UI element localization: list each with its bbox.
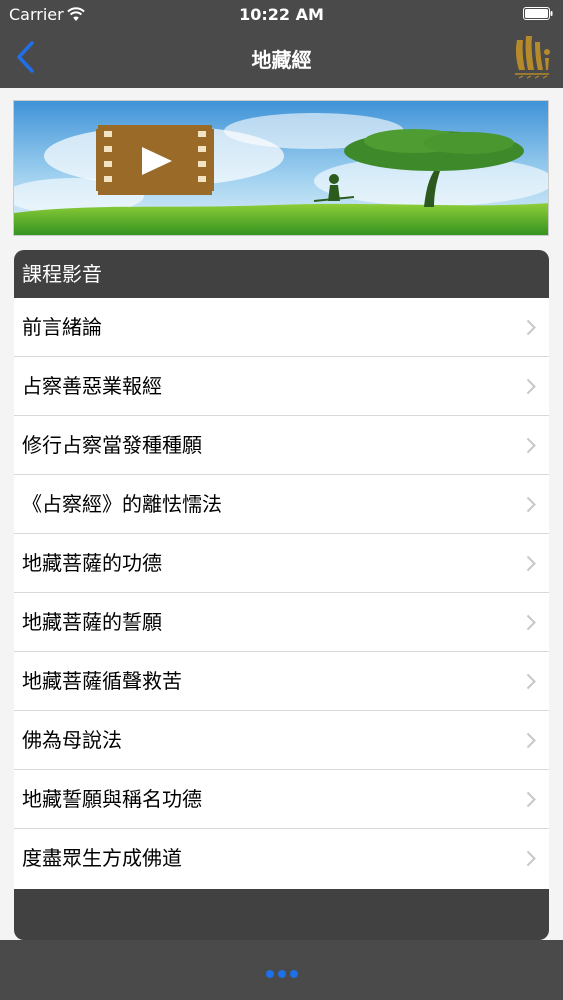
banner-image [14,101,548,235]
chevron-right-icon [526,496,536,513]
list-item-label: 地藏菩薩的功德 [22,551,162,575]
list-item-label: 度盡眾生方成佛道 [22,846,182,870]
list-item[interactable]: 地藏菩薩的功德 [14,534,549,593]
app-logo [515,36,550,79]
top-bar: Carrier 10:22 AM 地藏經 [0,0,563,88]
list-item-label: 《占察經》的離怯懦法 [22,492,222,516]
course-banner[interactable] [13,100,549,236]
chevron-right-icon [526,555,536,572]
chevron-right-icon [526,791,536,808]
chevron-right-icon [526,614,536,631]
battery-icon [523,7,553,20]
list-item[interactable]: 地藏菩薩的誓願 [14,593,549,652]
more-dots-icon[interactable] [0,963,563,982]
status-bar: Carrier 10:22 AM [0,0,563,30]
list-item-label: 地藏菩薩的誓願 [22,610,162,634]
list-item[interactable]: 前言緒論 [14,298,549,357]
section-header: 課程影音 [22,262,102,286]
list-item[interactable]: 度盡眾生方成佛道 [14,829,549,889]
clock: 10:22 AM [239,5,324,24]
page-title: 地藏經 [251,48,312,72]
list-item-label: 前言緒論 [22,315,102,339]
list-item-label: 佛為母說法 [22,728,122,752]
chevron-right-icon [526,673,536,690]
course-list: 前言緒論 占察善惡業報經 修行占察當發種種願 《占察經》的離怯懦法 地藏菩薩的功… [14,298,549,889]
list-item-label: 地藏誓願與稱名功德 [22,787,202,811]
chevron-right-icon [526,378,536,395]
list-item[interactable]: 《占察經》的離怯懦法 [14,475,549,534]
chevron-right-icon [526,437,536,454]
list-item-label: 地藏菩薩循聲救苦 [22,669,182,693]
list-item-label: 修行占察當發種種願 [22,433,202,457]
chevron-right-icon [526,319,536,336]
chevron-right-icon [526,732,536,749]
chevron-right-icon [526,850,536,867]
list-item[interactable]: 佛為母說法 [14,711,549,770]
video-play-icon [96,125,214,195]
list-item[interactable]: 占察善惡業報經 [14,357,549,416]
list-item[interactable]: 地藏誓願與稱名功德 [14,770,549,829]
list-item[interactable]: 修行占察當發種種願 [14,416,549,475]
list-item[interactable]: 地藏菩薩循聲救苦 [14,652,549,711]
course-video-panel: 課程影音 前言緒論 占察善惡業報經 修行占察當發種種願 《占察經》的離怯懦法 地… [14,250,549,940]
bottom-bar [0,940,563,1000]
list-item-label: 占察善惡業報經 [22,374,162,398]
